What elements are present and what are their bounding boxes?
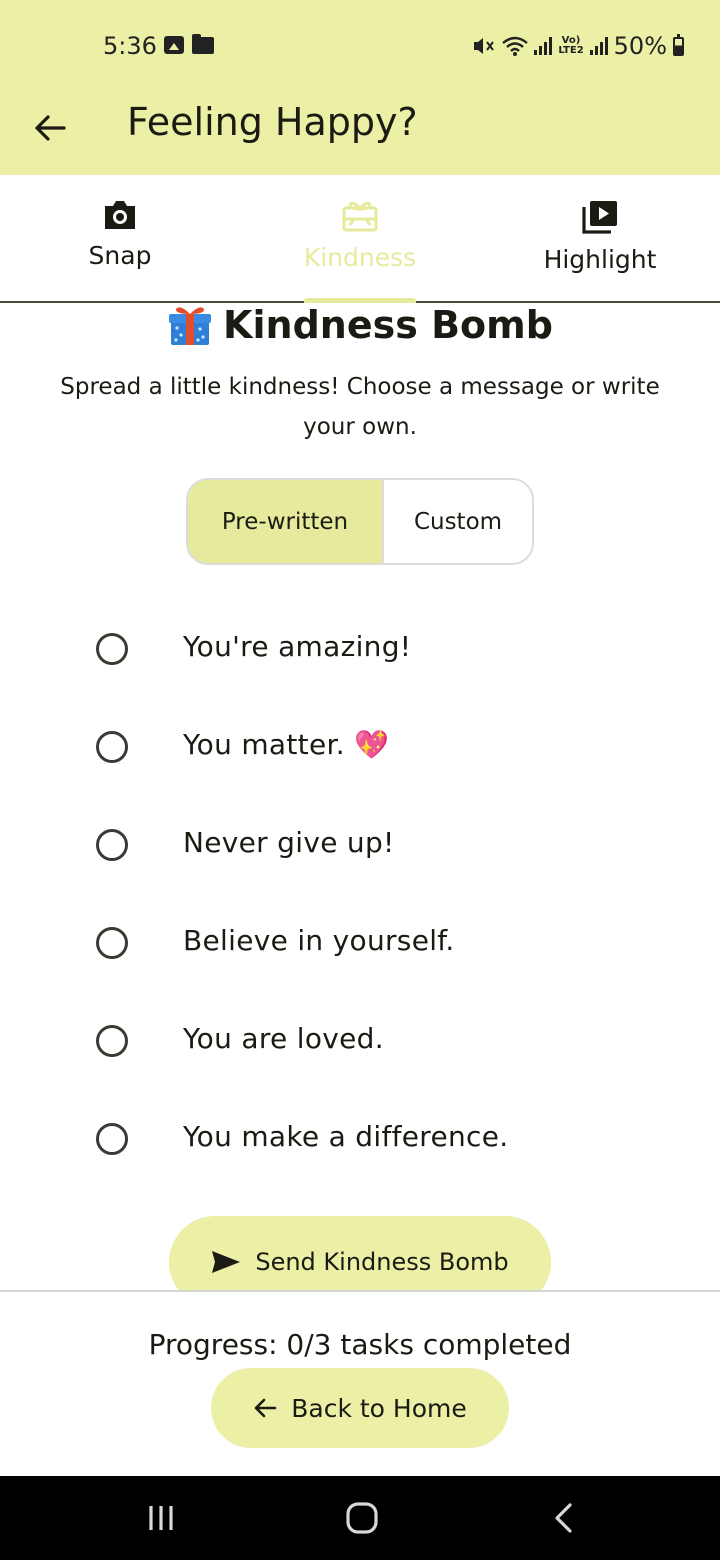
prewritten-segment[interactable]: Pre-written [188,480,384,563]
radio-button[interactable] [96,1123,128,1155]
custom-segment[interactable]: Custom [384,480,532,563]
signal-icon [534,37,553,55]
option-label: You are loved. [183,1022,384,1055]
wifi-icon [502,36,529,56]
battery-icon [673,33,684,56]
signal-icon [589,37,608,55]
list-item[interactable]: You matter. 💖 [0,698,720,796]
radio-button[interactable] [96,1025,128,1057]
option-label: You're amazing! [183,630,412,663]
back-to-home-button[interactable]: Back to Home [211,1368,509,1448]
tab-highlight-label: Highlight [543,245,657,274]
image-icon [164,36,184,54]
send-kindness-button[interactable]: Send Kindness Bomb [169,1216,551,1290]
recents-icon [149,1506,173,1530]
list-item[interactable]: You make a difference. [0,1090,720,1188]
camera-icon [105,201,135,229]
recents-button[interactable] [131,1496,191,1540]
tab-kindness[interactable]: Kindness [240,175,480,303]
heading-text: Kindness Bomb [223,303,553,347]
system-nav-bar [0,1476,720,1560]
radio-button[interactable] [96,829,128,861]
arrow-left-icon [35,115,66,141]
home-icon [346,1502,378,1534]
kindness-content: Kindness Bomb Spread a little kindness! … [0,303,720,1290]
tab-snap-label: Snap [88,241,152,270]
section-heading: Kindness Bomb [0,303,720,347]
mute-icon [474,38,495,54]
footer: Progress: 0/3 tasks completed Back to Ho… [0,1290,720,1476]
chevron-left-icon [555,1503,572,1533]
status-time: 5:36 [103,32,157,60]
page-title: Feeling Happy? [127,100,418,144]
tab-snap[interactable]: Snap [0,175,240,301]
radio-button[interactable] [96,731,128,763]
message-type-toggle: Pre-written Custom [186,478,534,565]
option-label: Believe in yourself. [183,924,455,957]
battery-percent: 50% [613,32,667,60]
list-item[interactable]: You're amazing! [0,600,720,698]
volte-icon: Vo) LTE2 [558,35,584,56]
video-library-icon [582,201,617,234]
back-home-label: Back to Home [291,1393,467,1423]
send-icon [212,1251,241,1273]
description: Spread a little kindness! Choose a messa… [60,374,660,440]
progress-text: Progress: 0/3 tasks completed [148,1328,572,1361]
tab-bar: Snap Kindness Highlight [0,175,720,303]
folder-icon [192,33,214,54]
list-item[interactable]: You are loved. [0,992,720,1090]
option-label: Never give up! [183,826,395,859]
option-label: You matter. 💖 [183,728,390,761]
tab-highlight[interactable]: Highlight [480,175,720,301]
status-bar: 5:36 Vo) LTE2 50% [0,0,720,95]
gift-card-icon [342,201,378,232]
home-button[interactable] [332,1496,392,1540]
radio-button[interactable] [96,927,128,959]
list-item[interactable]: Never give up! [0,796,720,894]
back-button[interactable] [30,108,70,148]
send-button-label: Send Kindness Bomb [255,1248,509,1276]
top-app-area: 5:36 Vo) LTE2 50% Feeling Happy? [0,0,720,175]
tab-kindness-label: Kindness [303,243,417,272]
gift-icon [167,304,213,346]
list-item[interactable]: Believe in yourself. [0,894,720,992]
radio-button[interactable] [96,633,128,665]
back-nav-button[interactable] [534,1496,594,1540]
option-label: You make a difference. [183,1120,509,1153]
arrow-left-icon [254,1398,277,1418]
